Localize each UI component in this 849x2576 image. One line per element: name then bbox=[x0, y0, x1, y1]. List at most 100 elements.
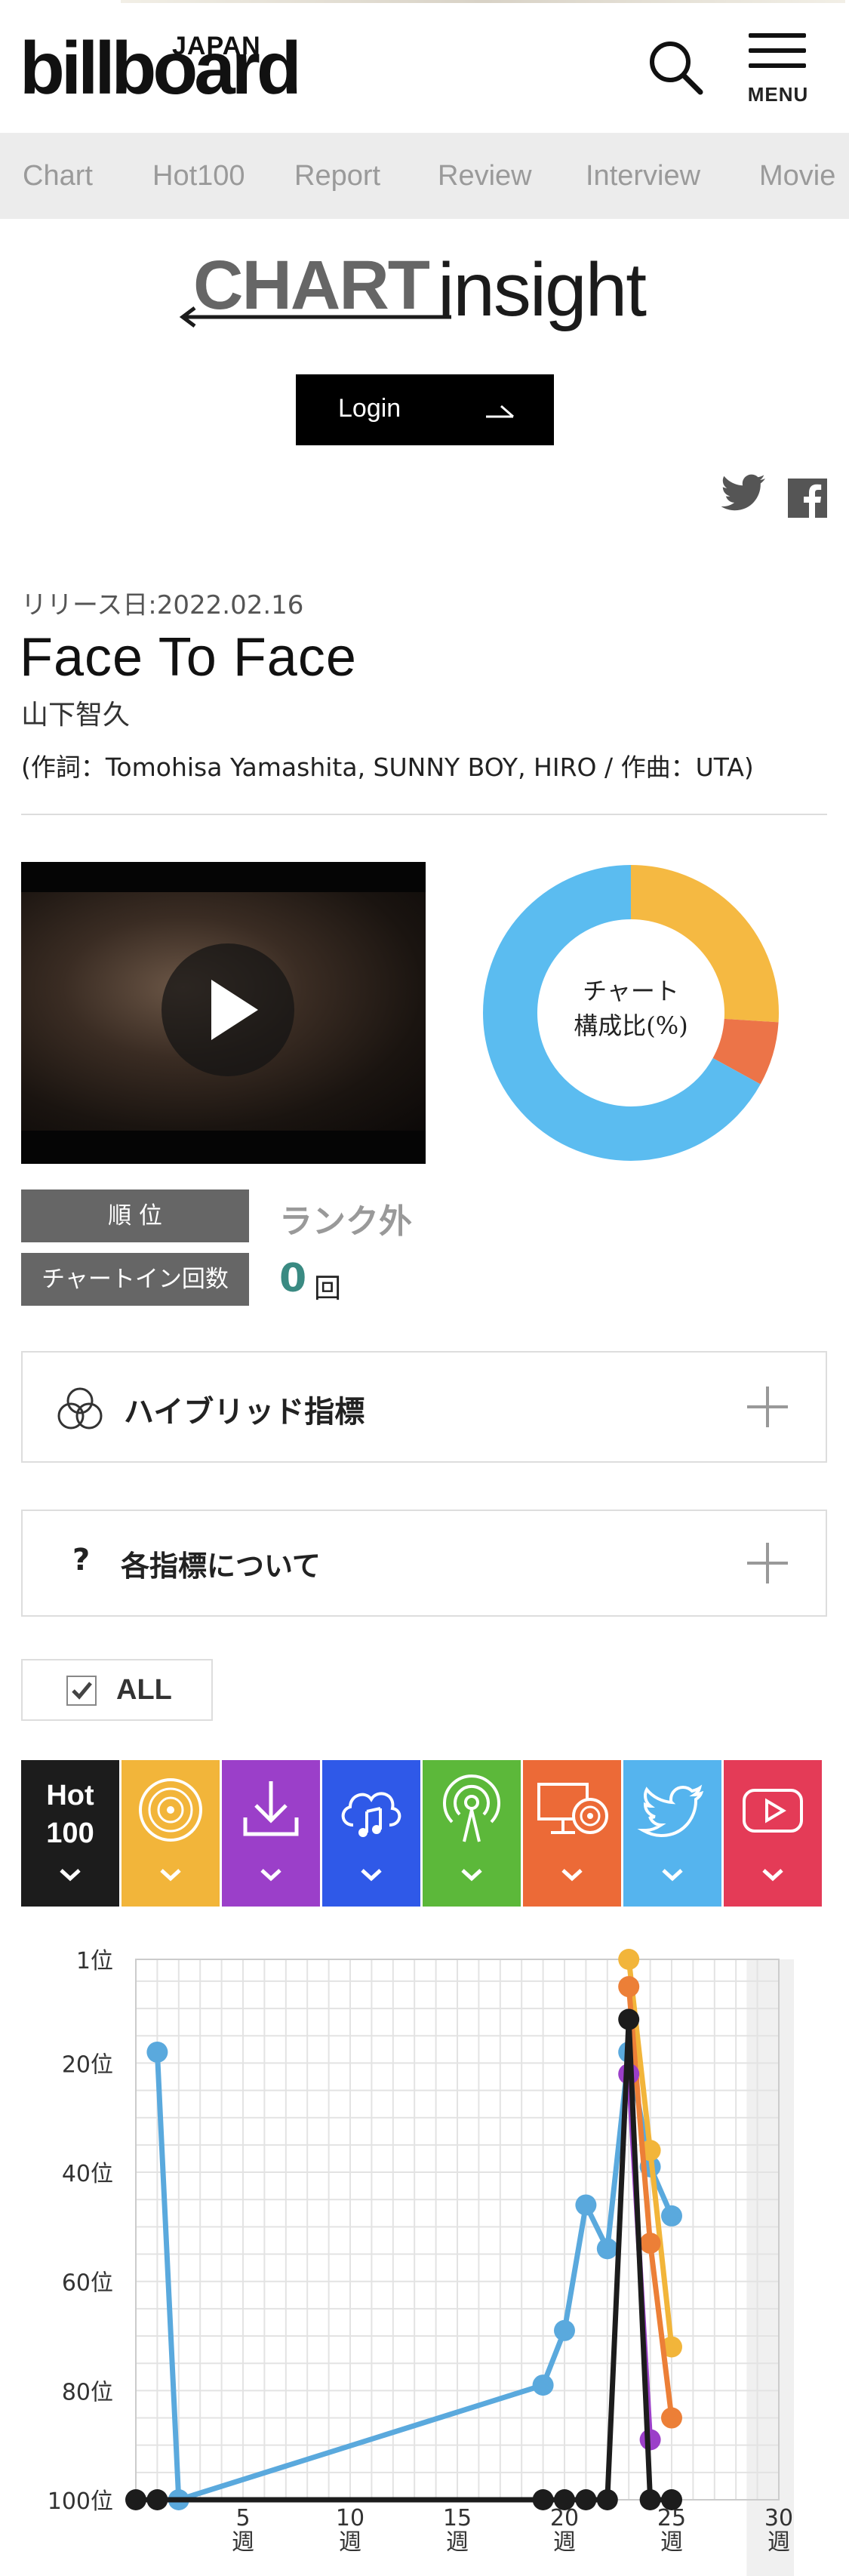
all-filter-checkbox[interactable]: ALL bbox=[21, 1659, 213, 1721]
rank-value: ランク外 bbox=[279, 1202, 412, 1241]
divider bbox=[21, 814, 827, 815]
tab-lookup[interactable] bbox=[523, 1760, 621, 1907]
chart-insight-logo: CHART insight bbox=[174, 243, 679, 349]
menu-button[interactable]: MENU bbox=[744, 30, 812, 106]
series-point-0[interactable] bbox=[554, 2319, 575, 2341]
about-indices-accordion[interactable]: ? 各指標について bbox=[21, 1510, 827, 1617]
series-point-4[interactable] bbox=[125, 2489, 146, 2510]
series-point-4[interactable] bbox=[532, 2489, 554, 2510]
chevron-down-icon bbox=[160, 1869, 181, 1882]
series-point-0[interactable] bbox=[596, 2238, 618, 2260]
release-date: リリース日:2022.02.16 bbox=[21, 590, 304, 620]
hybrid-index-accordion[interactable]: ハイブリッド指標 bbox=[21, 1351, 827, 1463]
x-axis-label: 25 週 bbox=[657, 2505, 686, 2556]
song-title: Face To Face bbox=[20, 627, 357, 688]
composition-label: チャート 構成比(%) bbox=[483, 974, 779, 1043]
video-player[interactable] bbox=[21, 862, 426, 1164]
question-icon: ? bbox=[72, 1543, 91, 1577]
hot100-label-line1: Hot bbox=[46, 1780, 94, 1811]
x-axis-label: 20 週 bbox=[550, 2505, 579, 2556]
hot100-label-line2: 100 bbox=[46, 1817, 94, 1849]
radio-icon bbox=[443, 1774, 500, 1842]
cloud-music-icon bbox=[341, 1792, 401, 1837]
nav-item-report[interactable]: Report bbox=[294, 160, 380, 192]
facebook-share-icon[interactable] bbox=[788, 479, 827, 518]
series-point-1[interactable] bbox=[618, 1949, 640, 1970]
twitter-share-icon[interactable] bbox=[721, 474, 767, 512]
nav-item-movie[interactable]: Movie bbox=[759, 160, 835, 192]
series-point-0[interactable] bbox=[661, 2205, 682, 2227]
series-point-0[interactable] bbox=[146, 2041, 168, 2063]
download-icon bbox=[243, 1781, 299, 1836]
series-point-2[interactable] bbox=[661, 2407, 682, 2429]
chevron-down-icon bbox=[361, 1869, 382, 1882]
artist-name[interactable]: 山下智久 bbox=[21, 693, 130, 732]
chart-in-count-unit: 回 bbox=[314, 1273, 342, 1304]
series-point-4[interactable] bbox=[146, 2489, 168, 2510]
chart-insight-logo-underline bbox=[179, 306, 451, 328]
cd-icon bbox=[139, 1778, 202, 1842]
x-axis-label: 30 週 bbox=[764, 2505, 793, 2556]
billboard-logo-japan: JAPAN bbox=[172, 32, 261, 60]
x-axis-label: 10 週 bbox=[336, 2505, 365, 2556]
nav-item-review[interactable]: Review bbox=[438, 160, 532, 192]
rank-label: 順 位 bbox=[21, 1190, 249, 1242]
composition-label-line1: チャート bbox=[583, 977, 679, 1005]
menu-icon-bar bbox=[749, 33, 806, 38]
nav-item-hot100[interactable]: Hot100 bbox=[152, 160, 245, 192]
tab-radio[interactable] bbox=[423, 1760, 521, 1907]
series-point-0[interactable] bbox=[575, 2194, 597, 2216]
hybrid-index-label: ハイブリッド指標 bbox=[124, 1395, 365, 1430]
chevron-down-icon bbox=[461, 1869, 482, 1882]
x-axis-label: 5週 bbox=[232, 2505, 254, 2556]
play-icon bbox=[211, 980, 258, 1040]
facebook-icon bbox=[804, 484, 822, 518]
search-button[interactable] bbox=[646, 38, 706, 98]
login-button[interactable]: Login bbox=[296, 374, 554, 445]
chart-in-count-label: チャートイン回数 bbox=[21, 1253, 249, 1306]
plus-icon bbox=[747, 1543, 788, 1583]
y-axis-label: 20位 bbox=[62, 2051, 113, 2078]
chevron-down-icon bbox=[762, 1869, 783, 1882]
tab-download[interactable] bbox=[222, 1760, 320, 1907]
tab-hot100[interactable]: Hot 100 bbox=[21, 1760, 119, 1907]
series-point-2[interactable] bbox=[639, 2233, 661, 2254]
pc-cd-icon bbox=[537, 1783, 608, 1834]
chart-type-tabs: Hot 100 bbox=[21, 1760, 827, 1907]
chevron-down-icon bbox=[561, 1869, 583, 1882]
tab-video[interactable] bbox=[724, 1760, 822, 1907]
series-point-4[interactable] bbox=[596, 2489, 618, 2510]
plus-icon bbox=[747, 1386, 788, 1427]
series-point-2[interactable] bbox=[618, 1976, 640, 1998]
arrow-right-icon bbox=[486, 405, 514, 418]
composition-label-line2: 構成比(%) bbox=[574, 1011, 688, 1040]
series-point-4[interactable] bbox=[575, 2489, 597, 2510]
series-point-4[interactable] bbox=[661, 2489, 682, 2510]
y-axis-label: 40位 bbox=[62, 2161, 113, 2187]
tab-twitter[interactable] bbox=[623, 1760, 721, 1907]
series-point-4[interactable] bbox=[639, 2489, 661, 2510]
nav-item-interview[interactable]: Interview bbox=[586, 160, 700, 192]
y-axis-label: 100位 bbox=[48, 2488, 113, 2515]
chevron-down-icon bbox=[60, 1869, 81, 1882]
chevron-down-icon bbox=[260, 1869, 281, 1882]
nav-item-chart[interactable]: Chart bbox=[23, 160, 93, 192]
tab-streaming[interactable] bbox=[322, 1760, 420, 1907]
tab-sales[interactable] bbox=[122, 1760, 220, 1907]
x-axis-label: 15 週 bbox=[443, 2505, 472, 2556]
menu-icon-bar bbox=[749, 48, 806, 53]
hot100-label: Hot 100 bbox=[21, 1777, 119, 1852]
search-icon bbox=[650, 42, 703, 95]
rank-history-svg: 1位 20位 40位 60位 80位 100位 5 週 10 週 15 週 20 週 25 週 30 週 bbox=[48, 1948, 794, 2576]
series-point-0[interactable] bbox=[532, 2374, 554, 2396]
play-icon bbox=[743, 1789, 803, 1833]
all-filter-label: ALL bbox=[116, 1674, 172, 1706]
twitter-icon bbox=[637, 1784, 704, 1838]
series-point-4[interactable] bbox=[618, 2008, 640, 2030]
menu-label: MENU bbox=[747, 83, 809, 106]
chevron-down-icon bbox=[662, 1869, 683, 1882]
y-axis-label: 60位 bbox=[62, 2270, 113, 2297]
y-axis-label: 1位 bbox=[76, 1948, 113, 1974]
series-point-4[interactable] bbox=[554, 2489, 575, 2510]
play-button[interactable] bbox=[161, 943, 294, 1076]
